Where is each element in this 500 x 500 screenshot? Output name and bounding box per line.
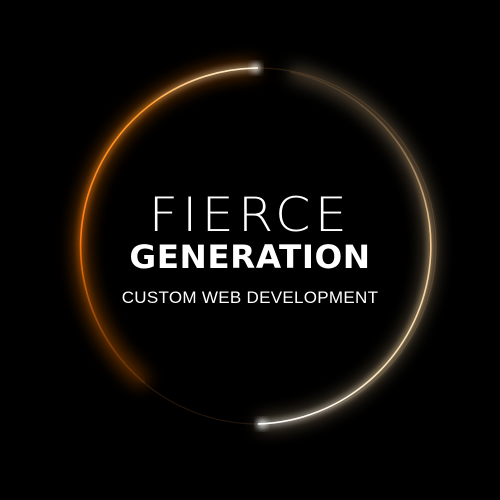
ring-bottom-spark xyxy=(258,420,266,428)
logo-canvas: FIERCE GENERATION CUSTOM WEB DEVELOPMENT xyxy=(0,0,500,500)
brand-wordmark-line1: FIERCE xyxy=(148,188,352,243)
brand-wordmark-line2: GENERATION xyxy=(129,238,371,276)
brand-tagline: CUSTOM WEB DEVELOPMENT xyxy=(121,288,379,307)
ring-top-spark xyxy=(252,64,260,72)
